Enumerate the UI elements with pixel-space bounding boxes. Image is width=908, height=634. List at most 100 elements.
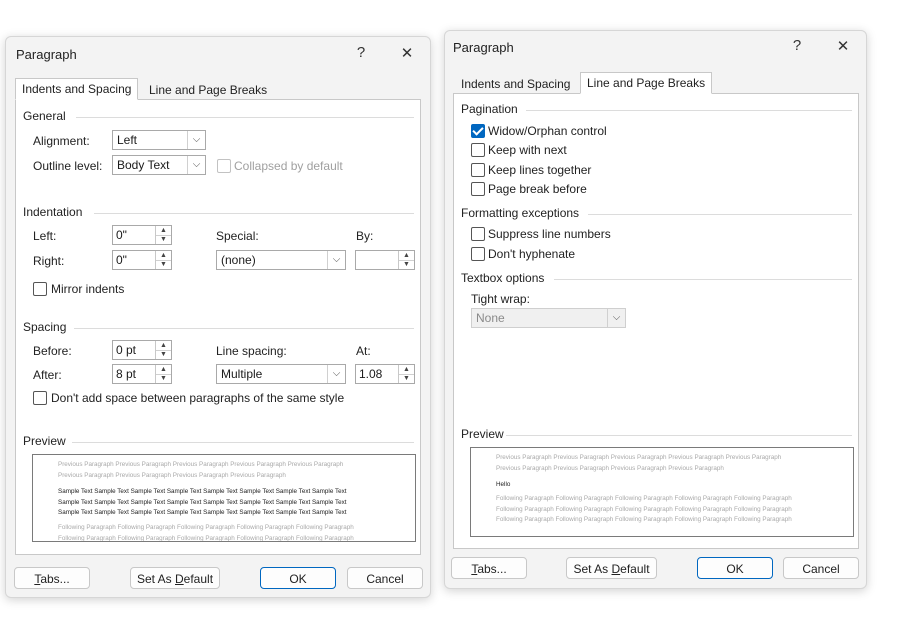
tab-panel: General Alignment: Left ⌵ Outline level:… [15,99,421,555]
section-spacing: Spacing [23,320,67,334]
indent-right-spinner[interactable]: 0" ▲ ▼ [112,250,172,270]
divider [76,117,414,118]
special-label: Special: [216,229,259,243]
spin-arrows-icon[interactable]: ▲ ▼ [155,251,171,269]
tabs-button[interactable]: Tabs... [451,557,527,579]
suppress-line-numbers-label: Suppress line numbers [488,227,611,241]
before-label: Before: [33,344,72,358]
tight-wrap-label: Tight wrap: [471,292,530,306]
divider [526,110,852,111]
collapsed-by-default-label: Collapsed by default [234,159,343,173]
widow-orphan-checkbox[interactable] [471,124,485,138]
special-dropdown[interactable]: (none) ⌵ [216,250,346,270]
divider [72,442,414,443]
preview-sample-text: Sample Text Sample Text Sample Text Samp… [58,488,347,516]
by-spinner[interactable]: ▲ ▼ [355,250,415,270]
page-break-before-label: Page break before [488,182,587,196]
tab-indents-and-spacing[interactable]: Indents and Spacing [454,73,578,95]
tight-wrap-value: None [476,311,505,325]
suppress-line-numbers-checkbox[interactable] [471,227,485,241]
section-pagination: Pagination [461,102,518,116]
indent-right-value: 0" [116,253,127,267]
preview-following-paragraph: Following Paragraph Following Paragraph … [496,495,792,523]
before-spinner[interactable]: 0 pt ▲ ▼ [112,340,172,360]
keep-with-next-checkbox[interactable] [471,143,485,157]
section-preview: Preview [23,434,66,448]
spin-arrows-icon[interactable]: ▲ ▼ [155,341,171,359]
line-spacing-label: Line spacing: [216,344,287,358]
mirror-indents-checkbox[interactable] [33,282,47,296]
section-formatting-exceptions: Formatting exceptions [461,206,580,220]
cancel-button[interactable]: Cancel [347,567,423,589]
ok-button[interactable]: OK [697,557,773,579]
section-textbox-options: Textbox options [461,271,545,285]
tab-panel: Pagination Widow/Orphan control Keep wit… [453,93,859,549]
set-as-default-button[interactable]: Set As Default [566,557,657,579]
collapsed-by-default-checkbox[interactable] [217,159,231,173]
close-icon[interactable]: ✕ [394,44,420,62]
widow-orphan-label: Widow/Orphan control [488,124,607,138]
keep-lines-together-label: Keep lines together [488,163,592,177]
section-indentation: Indentation [23,205,83,219]
outline-level-value: Body Text [117,158,170,172]
tab-indents-and-spacing[interactable]: Indents and Spacing [15,78,139,100]
keep-with-next-label: Keep with next [488,143,567,157]
indent-right-label: Right: [33,254,65,268]
tab-line-and-page-breaks[interactable]: Line and Page Breaks [142,79,275,101]
preview-following-paragraph: Following Paragraph Following Paragraph … [58,524,354,542]
divider [588,214,852,215]
outline-level-dropdown[interactable]: Body Text ⌵ [112,155,206,175]
help-icon[interactable]: ? [348,44,374,61]
alignment-label: Alignment: [33,134,90,148]
dont-hyphenate-checkbox[interactable] [471,247,485,261]
line-spacing-value: Multiple [221,367,263,381]
dont-hyphenate-label: Don't hyphenate [488,247,576,261]
before-value: 0 pt [116,343,137,357]
close-icon[interactable]: ✕ [830,37,856,55]
preview-sample-text: Hello [496,481,511,488]
chevron-down-icon: ⌵ [187,131,205,149]
dont-add-space-checkbox[interactable] [33,391,47,405]
indent-left-spinner[interactable]: 0" ▲ ▼ [112,225,172,245]
line-spacing-dropdown[interactable]: Multiple ⌵ [216,364,346,384]
at-spinner[interactable]: 1.08 ▲ ▼ [355,364,415,384]
preview-box: Previous Paragraph Previous Paragraph Pr… [470,447,854,537]
divider [74,328,414,329]
chevron-down-icon: ⌵ [327,251,345,269]
paragraph-dialog-line-breaks: Paragraph ? ✕ Indents and Spacing Line a… [444,30,867,589]
after-label: After: [33,368,62,382]
chevron-down-icon: ⌵ [607,309,625,327]
page-break-before-checkbox[interactable] [471,182,485,196]
preview-previous-paragraph: Previous Paragraph Previous Paragraph Pr… [58,461,344,479]
spin-arrows-icon[interactable]: ▲ ▼ [398,365,414,383]
tight-wrap-dropdown[interactable]: None ⌵ [471,308,626,328]
after-spinner[interactable]: 8 pt ▲ ▼ [112,364,172,384]
preview-previous-paragraph: Previous Paragraph Previous Paragraph Pr… [496,454,782,472]
section-preview: Preview [461,427,504,441]
tab-line-and-page-breaks[interactable]: Line and Page Breaks [580,72,713,94]
spin-arrows-icon[interactable]: ▲ ▼ [398,251,414,269]
spin-arrows-icon[interactable]: ▲ ▼ [155,365,171,383]
outline-level-label: Outline level: [33,159,103,173]
alignment-dropdown[interactable]: Left ⌵ [112,130,206,150]
ok-button[interactable]: OK [260,567,336,589]
divider [554,279,852,280]
after-value: 8 pt [116,367,137,381]
mirror-indents-label: Mirror indents [51,282,125,296]
at-value: 1.08 [359,367,383,381]
divider [506,435,852,436]
by-label: By: [356,229,374,243]
divider [94,213,414,214]
help-icon[interactable]: ? [784,37,810,54]
set-as-default-button[interactable]: Set As Default [130,567,220,589]
chevron-down-icon: ⌵ [327,365,345,383]
tabs-button[interactable]: Tabs... [14,567,90,589]
preview-box: Previous Paragraph Previous Paragraph Pr… [32,454,416,542]
paragraph-dialog-indents: Paragraph ? ✕ Indents and Spacing Line a… [5,36,431,598]
dialog-title: Paragraph [453,40,514,55]
keep-lines-together-checkbox[interactable] [471,163,485,177]
alignment-value: Left [117,133,138,147]
indent-left-value: 0" [116,228,127,242]
cancel-button[interactable]: Cancel [783,557,859,579]
spin-arrows-icon[interactable]: ▲ ▼ [155,226,171,244]
